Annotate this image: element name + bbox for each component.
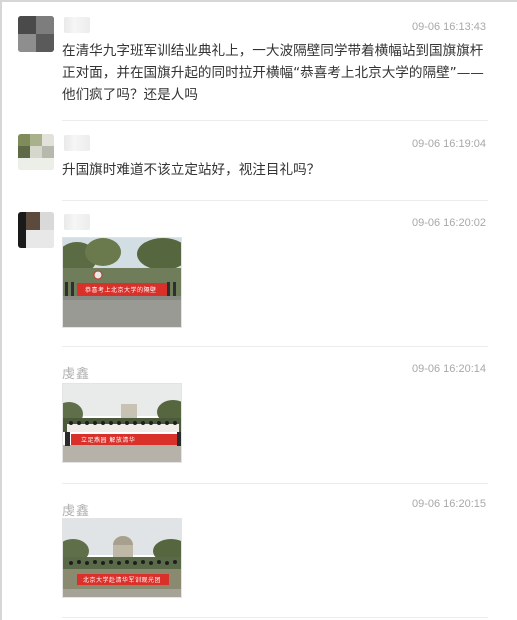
author-name[interactable]: 虔鑫 bbox=[62, 500, 90, 519]
photo-banner-text: 北京大学赴清华军训观光团 bbox=[83, 577, 162, 584]
comment-photo[interactable]: 恭喜考上北京大学的隔壁 bbox=[62, 237, 182, 328]
photo-banner-text: 立足燕园 解放清华 bbox=[81, 437, 136, 444]
comment-item: 虔鑫 09-06 16:20:15 北京大学赴清华军训观光团 bbox=[0, 483, 517, 620]
comment-divider bbox=[62, 617, 488, 618]
comment-photo[interactable]: 北京大学赴清华军训观光团 bbox=[62, 518, 182, 598]
avatar[interactable] bbox=[18, 134, 54, 170]
comment-timestamp: 09-06 16:19:04 bbox=[411, 138, 486, 150]
comment-timestamp: 09-06 16:20:14 bbox=[411, 363, 486, 375]
avatar[interactable] bbox=[18, 212, 54, 248]
comment-timestamp: 09-06 16:20:02 bbox=[411, 217, 486, 229]
author-name[interactable]: 虔鑫 bbox=[62, 363, 90, 382]
comment-item: 09-06 16:13:43 在清华九字班军训结业典礼上，一大波隔壁同学带着横幅… bbox=[0, 0, 517, 121]
comment-item: 虔鑫 09-06 16:20:14 立足燕园 解放清华 bbox=[0, 346, 517, 484]
avatar[interactable] bbox=[18, 16, 54, 52]
author-name-blurred bbox=[64, 214, 90, 230]
author-name-blurred bbox=[64, 135, 90, 151]
comment-photo[interactable]: 立足燕园 解放清华 bbox=[62, 383, 182, 463]
comment-item: 09-06 16:20:02 恭喜考上北京大学的隔壁 bbox=[0, 200, 517, 347]
comment-text: 在清华九字班军训结业典礼上，一大波隔壁同学带着横幅站到国旗旗杆正对面，并在国旗升… bbox=[62, 43, 484, 103]
comment-timestamp: 09-06 16:20:15 bbox=[411, 498, 486, 510]
comment-timestamp: 09-06 16:13:43 bbox=[411, 21, 486, 33]
photo-banner-text: 恭喜考上北京大学的隔壁 bbox=[85, 287, 157, 294]
author-name-blurred bbox=[64, 17, 90, 33]
comment-text: 升国旗时难道不该立定站好，视注目礼吗？ bbox=[62, 162, 321, 178]
comment-item: 09-06 16:19:04 升国旗时难道不该立定站好，视注目礼吗？ bbox=[0, 120, 517, 201]
